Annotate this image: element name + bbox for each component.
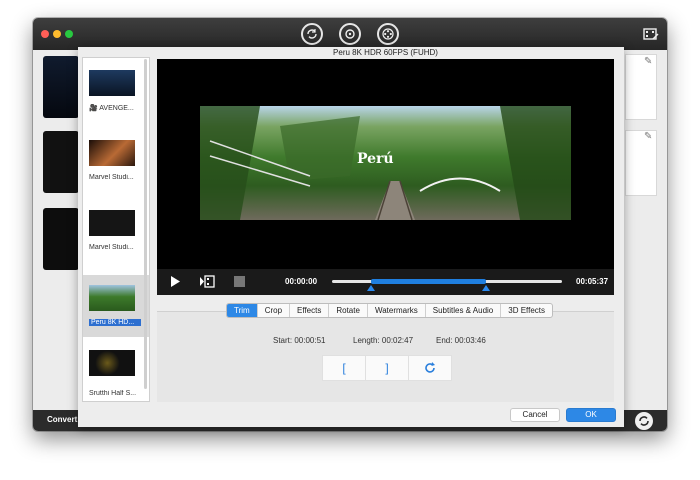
clip-thumbnail (89, 70, 135, 96)
video-frame: Perú (200, 106, 571, 220)
set-end-button[interactable]: ] (365, 355, 409, 381)
reset-button[interactable] (408, 355, 452, 381)
trim-panel: Start: 00:00:51 Length: 00:02:47 End: 00… (157, 311, 614, 402)
edit-tabs: Trim Crop Effects Rotate Watermarks Subt… (226, 303, 554, 318)
cancel-button[interactable]: Cancel (510, 408, 560, 422)
trim-selection (371, 279, 487, 284)
list-item[interactable]: Marvel Studi... (83, 138, 149, 198)
list-scrollbar[interactable] (144, 59, 147, 389)
film-reel-icon[interactable] (377, 23, 399, 45)
tab-crop[interactable]: Crop (258, 304, 291, 317)
set-start-button[interactable]: [ (322, 355, 366, 381)
reset-icon (425, 362, 435, 373)
clip-thumbnail (89, 285, 135, 311)
tab-3d-effects[interactable]: 3D Effects (501, 304, 552, 317)
convert-icon[interactable] (301, 23, 323, 45)
background-thumbnail (43, 208, 79, 270)
video-player: Perú 00:00:00 00:05:37 (157, 59, 614, 295)
clip-label: 🎥 AVENGE... (89, 105, 134, 112)
trim-length-value: Length: 00:02:47 (353, 336, 414, 345)
film-edit-icon[interactable] (643, 27, 659, 41)
close-window-button[interactable] (41, 30, 49, 38)
tab-watermarks[interactable]: Watermarks (368, 304, 426, 317)
current-time: 00:00:00 (285, 277, 318, 286)
clip-frame-button[interactable] (199, 275, 215, 293)
clip-thumbnail (89, 210, 135, 236)
list-item[interactable]: Srutthi Half S... (83, 348, 149, 401)
list-item-selected[interactable]: Peru 8K HD... (83, 275, 149, 337)
video-title: Peru 8K HDR 60FPS (FUHD) (333, 48, 438, 57)
trim-end-value: End: 00:03:46 (436, 336, 486, 345)
stop-button[interactable] (234, 276, 245, 287)
set-start-icon: [ (342, 361, 346, 375)
tab-trim[interactable]: Trim (227, 304, 258, 317)
zoom-window-button[interactable] (65, 30, 73, 38)
title-bar (33, 18, 667, 50)
list-item[interactable]: Marvel Studi... (83, 208, 149, 268)
clip-label: Marvel Studi... (89, 244, 134, 251)
pencil-icon[interactable]: ✎ (644, 131, 652, 142)
video-watermark: Perú (357, 151, 394, 167)
tab-rotate[interactable]: Rotate (329, 304, 368, 317)
ok-button[interactable]: OK (566, 408, 616, 422)
clip-label: Peru 8K HD... (89, 319, 141, 326)
tab-subtitles-audio[interactable]: Subtitles & Audio (426, 304, 502, 317)
background-thumbnail (43, 56, 79, 118)
clip-thumbnail (89, 350, 135, 376)
minimize-window-button[interactable] (53, 30, 61, 38)
total-time: 00:05:37 (576, 277, 609, 286)
edit-dialog: 🎥 AVENGE... Marvel Studi... Marvel Studi… (78, 47, 624, 427)
trim-start-value: Start: 00:00:51 (273, 336, 326, 345)
set-end-icon: ] (385, 361, 389, 375)
list-item[interactable]: 🎥 AVENGE... (83, 68, 149, 128)
tab-effects[interactable]: Effects (290, 304, 330, 317)
clip-thumbnail (89, 140, 135, 166)
convert-start-button[interactable] (635, 412, 653, 430)
background-thumbnail (43, 131, 79, 193)
trim-start-handle[interactable] (367, 285, 376, 291)
play-button[interactable] (169, 275, 181, 293)
burn-disc-icon[interactable] (339, 23, 361, 45)
trim-end-handle[interactable] (482, 285, 491, 291)
pencil-icon[interactable]: ✎ (644, 56, 652, 67)
clip-label: Marvel Studi... (89, 174, 134, 181)
clip-list: 🎥 AVENGE... Marvel Studi... Marvel Studi… (82, 57, 150, 402)
player-controls: 00:00:00 00:05:37 (157, 269, 614, 295)
clip-label: Srutthi Half S... (89, 390, 137, 397)
